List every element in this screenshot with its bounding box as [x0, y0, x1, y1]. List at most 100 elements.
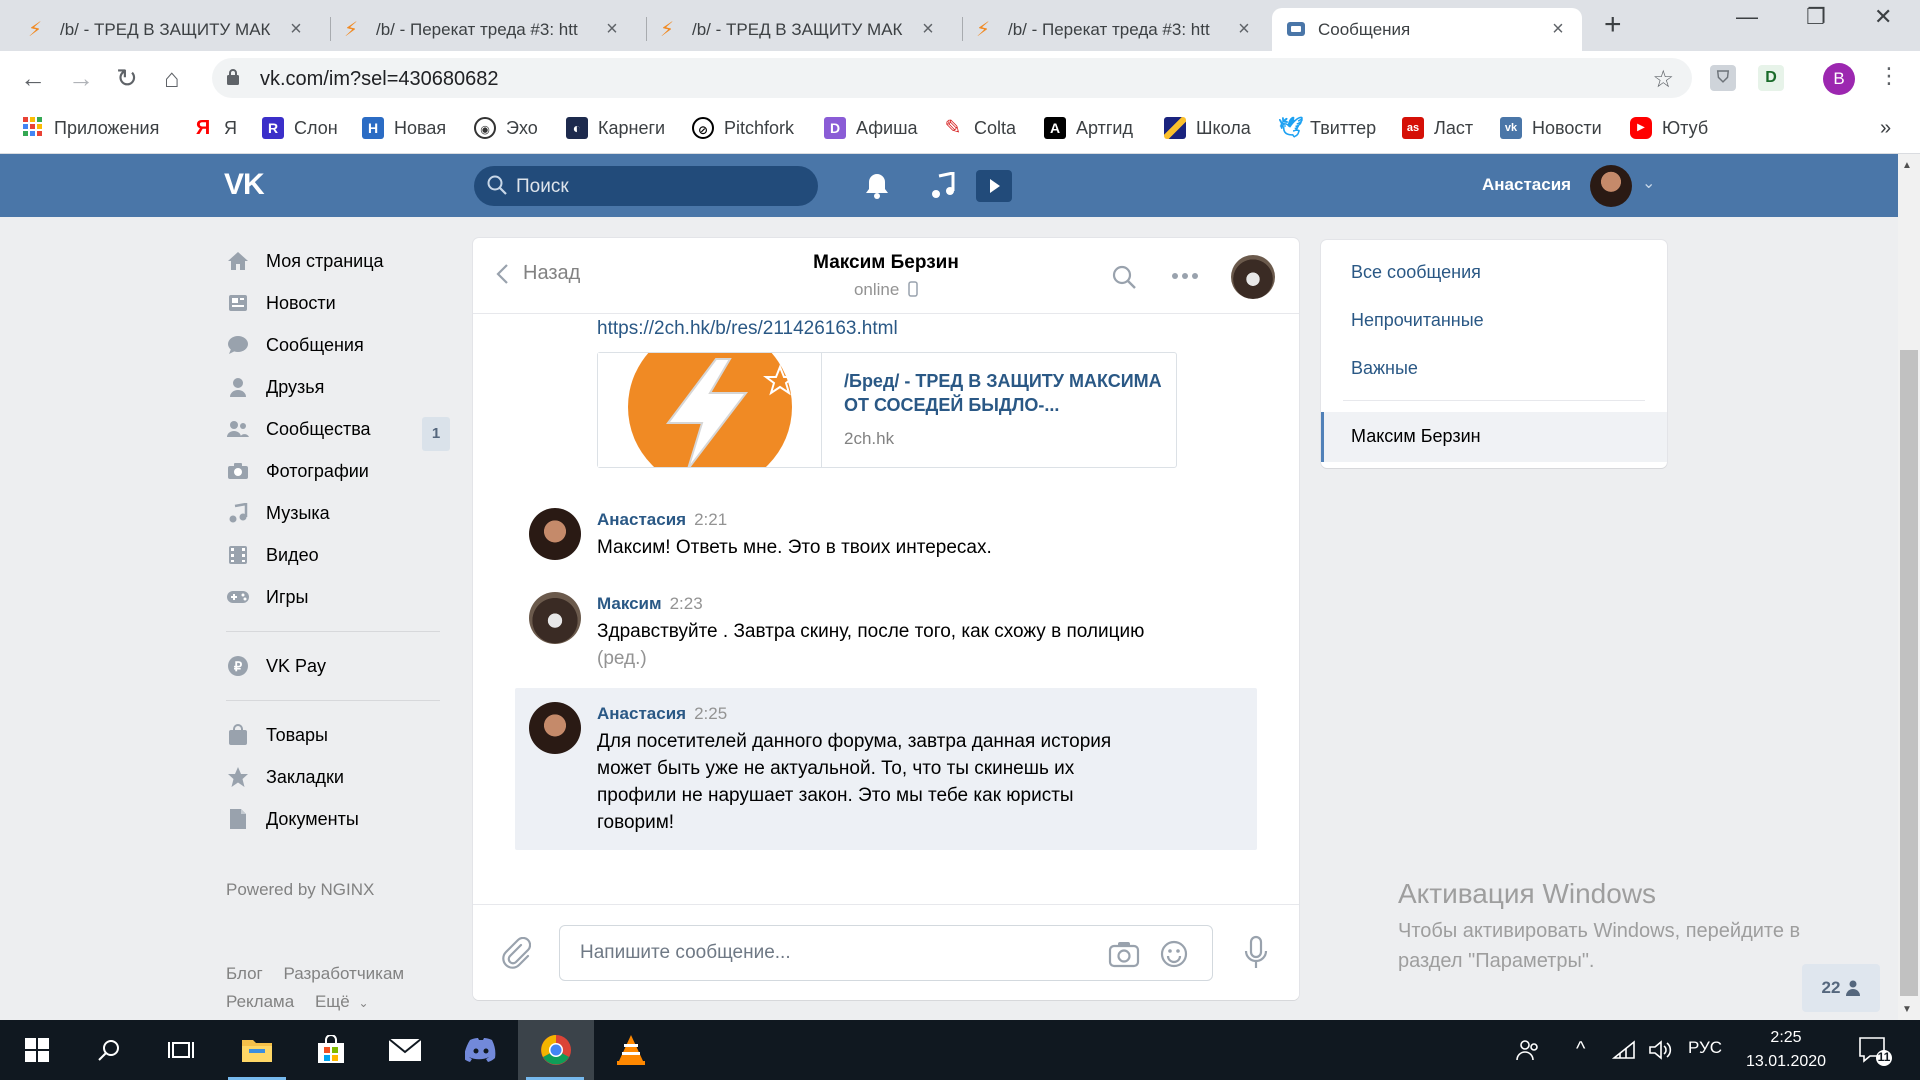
menu-item-video[interactable]: Видео	[226, 534, 446, 576]
bookmark-twitter[interactable]: 🕊 Твиттер	[1278, 117, 1376, 139]
menu-item-news[interactable]: Новости	[226, 282, 446, 324]
browser-menu-icon[interactable]: ⋮	[1878, 63, 1900, 89]
taskbar-vlc[interactable]	[594, 1020, 668, 1080]
reload-icon[interactable]: ↻	[116, 63, 138, 93]
message-author[interactable]: Максим	[597, 594, 662, 613]
search-icon[interactable]	[1111, 264, 1137, 290]
online-friends-badge[interactable]: 22	[1802, 964, 1880, 1012]
bookmarks-overflow-icon[interactable]: »	[1880, 117, 1891, 140]
filter-important[interactable]: Важные	[1351, 358, 1418, 379]
scroll-up-arrow-icon[interactable]: ▲	[1902, 160, 1912, 171]
new-tab-button[interactable]: +	[1604, 10, 1622, 40]
user-avatar[interactable]	[1590, 165, 1632, 207]
people-icon[interactable]	[1516, 1038, 1540, 1062]
task-view-button[interactable]	[144, 1020, 218, 1080]
bookmark-school[interactable]: Школа	[1164, 117, 1251, 139]
bookmark-yandex[interactable]: Я Я	[192, 117, 237, 139]
back-arrow-icon[interactable]: ←	[20, 63, 46, 93]
taskbar-mail[interactable]	[368, 1020, 442, 1080]
more-options-icon[interactable]	[1171, 272, 1199, 280]
vk-user-name[interactable]: Анастасия	[1482, 175, 1571, 195]
bookmark-afisha[interactable]: D Афиша	[824, 117, 918, 139]
url-text[interactable]: vk.com/im?sel=430680682	[260, 68, 498, 91]
bookmark-echo[interactable]: ◉ Эхо	[474, 117, 538, 139]
tray-chevron-up-icon[interactable]: ^	[1576, 1038, 1585, 1061]
wifi-icon[interactable]	[1612, 1040, 1636, 1060]
menu-item-my-page[interactable]: Моя страница	[226, 240, 446, 282]
menu-item-messages[interactable]: Сообщения	[226, 324, 446, 366]
taskbar-search-button[interactable]	[72, 1020, 146, 1080]
vk-search-input[interactable]: Поиск	[474, 166, 818, 206]
browser-tab-active[interactable]: Сообщения ×	[1272, 8, 1582, 51]
bookmark-pitchfork[interactable]: ⊘ Pitchfork	[692, 117, 794, 139]
system-clock[interactable]: 2:25 13.01.2020	[1736, 1026, 1836, 1074]
action-center-button[interactable]: 11	[1858, 1036, 1894, 1071]
music-note-icon[interactable]	[930, 172, 956, 200]
minimize-window-button[interactable]: —	[1736, 4, 1758, 30]
profile-avatar[interactable]: B	[1823, 63, 1855, 95]
taskbar-chrome[interactable]	[518, 1020, 594, 1080]
menu-item-communities[interactable]: Сообщества 1	[226, 408, 450, 451]
active-conversation[interactable]: Максим Берзин	[1321, 412, 1667, 462]
shield-extension-icon[interactable]: ⛉	[1710, 65, 1736, 91]
filter-unread[interactable]: Непрочитанные	[1351, 310, 1484, 331]
microphone-icon[interactable]	[1243, 935, 1269, 971]
page-scrollbar-thumb[interactable]	[1900, 350, 1918, 996]
taskbar-file-explorer[interactable]	[220, 1020, 294, 1080]
browser-tab[interactable]: ⚡ /b/ - ТРЕД В ЗАЩИТУ МАК ×	[646, 8, 952, 51]
footer-link-ads[interactable]: Реклама	[226, 992, 294, 1011]
close-tab-icon[interactable]: ×	[1548, 18, 1568, 41]
close-tab-icon[interactable]: ×	[918, 18, 938, 41]
bookmark-artgid[interactable]: A Артгид	[1044, 117, 1133, 139]
chevron-down-icon[interactable]: ⌄	[358, 996, 368, 1010]
close-window-button[interactable]: ✕	[1874, 4, 1892, 30]
browser-tab[interactable]: ⚡ /b/ - Перекат треда #3: htt ×	[962, 8, 1268, 51]
message-time[interactable]: 2:21	[694, 510, 727, 529]
message-input[interactable]: Напишите сообщение...	[559, 925, 1213, 981]
menu-item-photos[interactable]: Фотографии	[226, 450, 446, 492]
menu-item-music[interactable]: Музыка	[226, 492, 446, 534]
close-tab-icon[interactable]: ×	[1234, 18, 1254, 41]
footer-link-developers[interactable]: Разработчикам	[283, 964, 404, 983]
peer-name[interactable]: Максим Берзин	[473, 252, 1299, 274]
notifications-bell-icon[interactable]	[864, 172, 890, 200]
start-button[interactable]	[0, 1020, 74, 1080]
bookmark-carnegie[interactable]: ◐ Карнеги	[566, 117, 665, 139]
author-avatar[interactable]	[529, 702, 581, 754]
bookmark-youtube[interactable]: ▶ Ютуб	[1630, 117, 1708, 139]
language-indicator[interactable]: РУС	[1688, 1038, 1722, 1058]
bookmark-colta[interactable]: ✎ Colta	[942, 117, 1016, 139]
communities-count-badge[interactable]: 1	[422, 417, 450, 451]
peer-avatar[interactable]	[1231, 255, 1275, 299]
footer-link-more[interactable]: Ещё	[315, 992, 350, 1011]
camera-icon[interactable]	[1108, 940, 1140, 968]
forward-arrow-icon[interactable]: →	[68, 63, 94, 93]
menu-item-games[interactable]: Игры	[226, 576, 446, 618]
volume-icon[interactable]	[1648, 1040, 1672, 1060]
menu-item-bookmarks[interactable]: Закладки	[226, 756, 446, 798]
bookmark-novaya[interactable]: H Новая	[362, 117, 446, 139]
author-avatar[interactable]	[529, 508, 581, 560]
link-preview-title[interactable]: /Бред/ - ТРЕД В ЗАЩИТУ МАКСИМА ОТ СОСЕДЕ…	[844, 369, 1164, 417]
author-avatar[interactable]	[529, 592, 581, 644]
bookmark-vk-news[interactable]: vk Новости	[1500, 117, 1602, 139]
bookmark-slon[interactable]: R Слон	[262, 117, 338, 139]
menu-item-documents[interactable]: Документы	[226, 798, 446, 840]
message-author[interactable]: Анастасия	[597, 510, 686, 529]
message-time[interactable]: 2:25	[694, 704, 727, 723]
vk-logo[interactable]: VK	[224, 168, 265, 202]
bookmark-star-icon[interactable]: ☆	[1652, 65, 1674, 94]
browser-tab[interactable]: ⚡ /b/ - Перекат треда #3: htt ×	[330, 8, 636, 51]
bookmark-apps[interactable]: Приложения	[22, 117, 159, 139]
message-time[interactable]: 2:23	[670, 594, 703, 613]
emoji-smile-icon[interactable]	[1160, 940, 1188, 968]
taskbar-discord[interactable]	[444, 1020, 518, 1080]
d-extension-icon[interactable]: D	[1758, 65, 1784, 91]
menu-item-goods[interactable]: Товары	[226, 714, 446, 756]
link-preview-card[interactable]: /Бред/ - ТРЕД В ЗАЩИТУ МАКСИМА ОТ СОСЕДЕ…	[597, 352, 1177, 468]
browser-tab[interactable]: ⚡ /b/ - ТРЕД В ЗАЩИТУ МАК ×	[14, 8, 320, 51]
close-tab-icon[interactable]: ×	[286, 18, 306, 41]
home-icon[interactable]: ⌂	[164, 63, 180, 93]
chevron-down-icon[interactable]: ⌄	[1642, 173, 1655, 193]
menu-item-vkpay[interactable]: ₽ VK Pay	[226, 645, 446, 687]
